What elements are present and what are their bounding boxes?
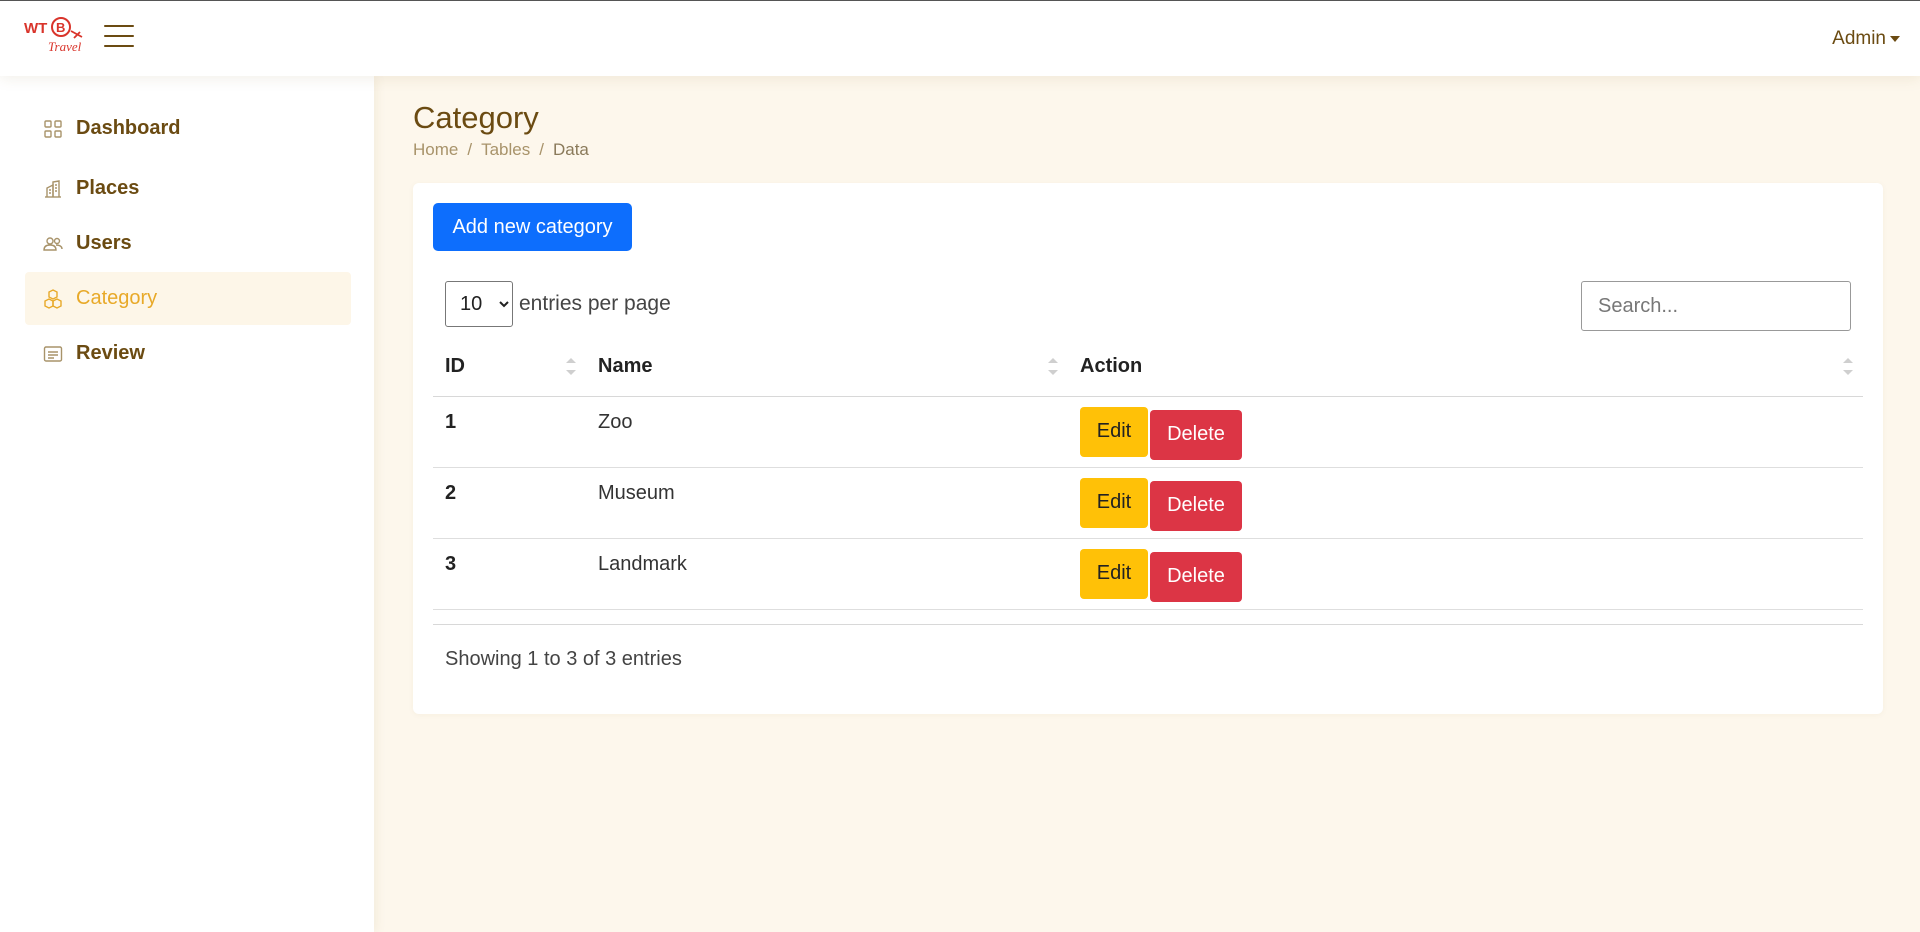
breadcrumb-separator: /	[467, 140, 473, 159]
table-header-row: ID Name Action	[433, 338, 1863, 397]
entries-per-page: 10 entries per page	[445, 281, 671, 327]
cell-action: Edit Delete	[1068, 538, 1863, 610]
cell-id: 2	[433, 467, 586, 539]
column-header-action[interactable]: Action	[1068, 338, 1863, 397]
grid-icon	[43, 119, 63, 139]
breadcrumb-home-link[interactable]: Home	[413, 140, 458, 159]
svg-text:B: B	[56, 20, 65, 35]
entries-per-page-select[interactable]: 10	[445, 281, 513, 327]
column-header-name[interactable]: Name	[586, 338, 1068, 397]
cell-id: 1	[433, 396, 586, 468]
edit-button[interactable]: Edit	[1080, 406, 1148, 457]
sidebar-toggle-button[interactable]	[104, 25, 134, 51]
sidebar-item-review[interactable]: Review	[25, 327, 351, 380]
table-info: Showing 1 to 3 of 3 entries	[445, 648, 682, 670]
sidebar-item-label: Users	[76, 232, 132, 254]
edit-button[interactable]: Edit	[1080, 548, 1148, 599]
sidebar-item-label: Review	[76, 342, 145, 364]
user-menu-dropdown[interactable]: Admin	[1832, 28, 1900, 50]
data-table-card: Add new category 10 entries per page ID …	[413, 183, 1883, 714]
sidebar-item-label: Places	[76, 177, 140, 199]
delete-button[interactable]: Delete	[1150, 551, 1242, 602]
boxes-icon	[43, 288, 63, 309]
breadcrumb-current: Data	[552, 140, 589, 159]
delete-button[interactable]: Delete	[1150, 480, 1242, 531]
cell-action: Edit Delete	[1068, 396, 1863, 468]
sidebar-item-label: Dashboard	[76, 117, 181, 139]
breadcrumb-tables-link[interactable]: Tables	[481, 140, 530, 159]
column-header-label: ID	[445, 355, 465, 378]
sidebar-item-label: Category	[76, 287, 158, 309]
breadcrumb: Home / Tables / Data	[413, 140, 589, 160]
page-title: Category	[413, 100, 539, 135]
search-input[interactable]	[1581, 281, 1851, 331]
table-row: 1 Zoo Edit Delete	[433, 396, 1863, 468]
cell-name: Landmark	[586, 538, 1068, 610]
cell-action: Edit Delete	[1068, 467, 1863, 539]
buildings-icon	[43, 179, 63, 199]
brand-logo[interactable]: WT B Travel	[22, 15, 88, 59]
cell-id: 3	[433, 538, 586, 610]
sidebar: Dashboard Places Users Category Review	[0, 76, 374, 932]
cell-name: Museum	[586, 467, 1068, 539]
cell-name: Zoo	[586, 396, 1068, 468]
entries-per-page-label: entries per page	[519, 292, 671, 315]
sort-icon	[1048, 358, 1058, 378]
svg-text:WT: WT	[24, 20, 47, 37]
delete-button[interactable]: Delete	[1150, 409, 1242, 460]
breadcrumb-separator: /	[539, 140, 544, 159]
edit-button[interactable]: Edit	[1080, 477, 1148, 528]
user-menu-label: Admin	[1832, 28, 1886, 49]
people-icon	[43, 234, 63, 254]
card-text-icon	[43, 344, 63, 364]
hamburger-line	[104, 35, 134, 37]
add-category-button[interactable]: Add new category	[433, 203, 632, 251]
hamburger-line	[104, 25, 134, 27]
table-footer-divider	[433, 624, 1863, 625]
category-table: ID Name Action 1 Zoo Edit Delete 2 Museum	[433, 338, 1863, 610]
svg-text:Travel: Travel	[48, 39, 82, 54]
table-row: 3 Landmark Edit Delete	[433, 538, 1863, 610]
sidebar-item-users[interactable]: Users	[25, 217, 351, 270]
sort-icon	[566, 358, 576, 378]
top-navbar: WT B Travel Admin	[0, 0, 1920, 76]
sort-icon	[1843, 358, 1853, 378]
hamburger-line	[104, 45, 134, 47]
sidebar-item-places[interactable]: Places	[25, 162, 351, 215]
column-header-label: Name	[598, 355, 653, 378]
table-row: 2 Museum Edit Delete	[433, 467, 1863, 539]
sidebar-item-dashboard[interactable]: Dashboard	[25, 102, 351, 155]
caret-down-icon	[1890, 35, 1900, 42]
column-header-id[interactable]: ID	[433, 338, 586, 397]
sidebar-item-category[interactable]: Category	[25, 272, 351, 325]
main-content: Category Home / Tables / Data Add new catego…	[374, 76, 1920, 932]
column-header-label: Action	[1080, 355, 1143, 378]
